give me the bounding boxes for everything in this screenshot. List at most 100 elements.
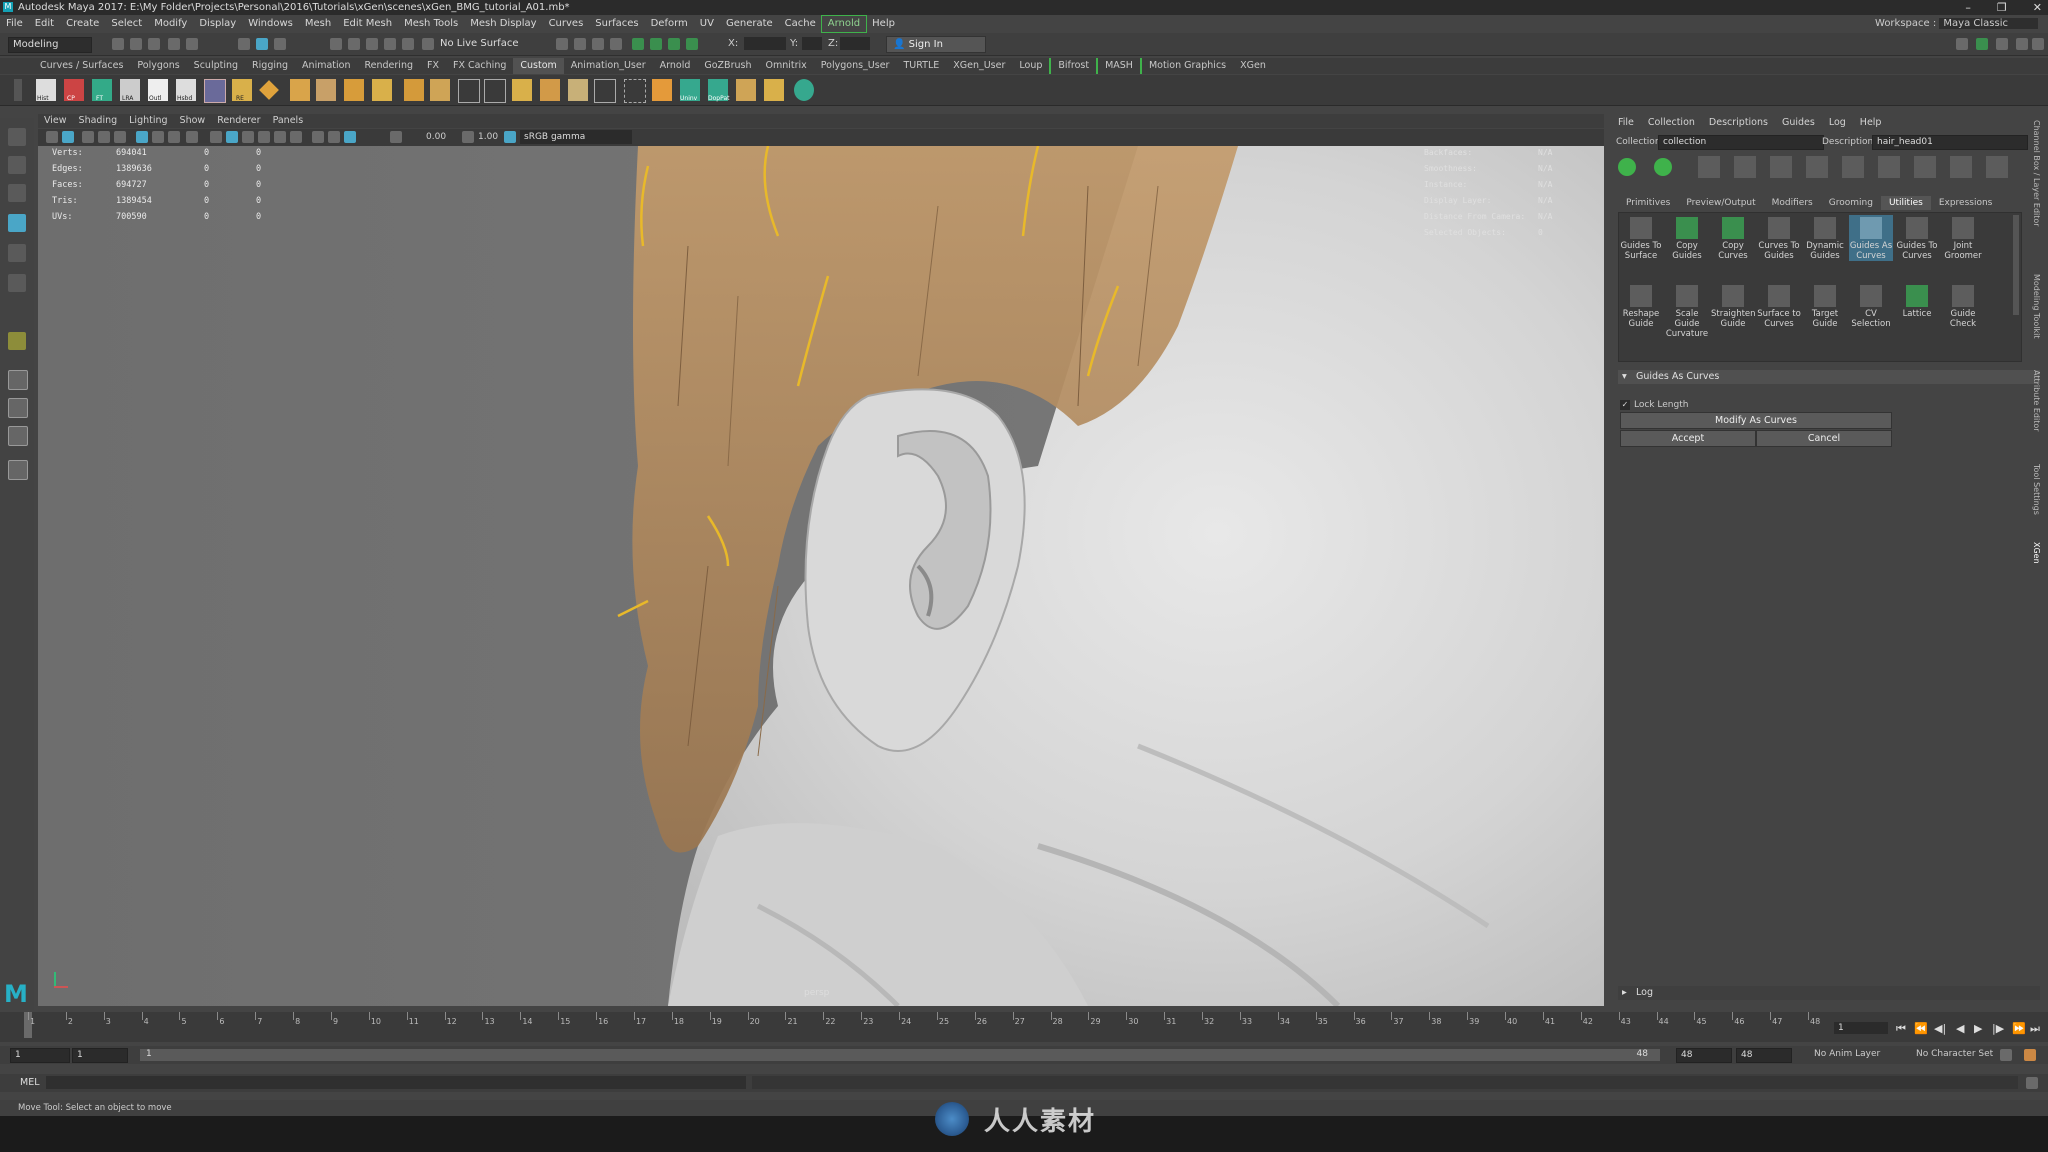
menu-windows[interactable]: Windows <box>242 16 299 32</box>
shelf-mirror-icon[interactable] <box>430 79 450 101</box>
dynamic-guides-button[interactable]: Dynamic Guides <box>1803 215 1847 261</box>
cv-selection-button[interactable]: CV Selection <box>1849 283 1893 329</box>
side-tab-channel-box[interactable]: Channel Box / Layer Editor <box>2032 120 2041 227</box>
side-tab-xgen[interactable]: XGen <box>2032 542 2041 564</box>
shelf-xgen-icon[interactable] <box>794 79 814 101</box>
collection-dropdown[interactable]: collection <box>1658 135 1824 150</box>
shelf-settings-icon[interactable] <box>14 79 22 101</box>
xgen-flip-guides-icon[interactable] <box>1986 156 2008 178</box>
camera-select-icon[interactable] <box>46 131 58 143</box>
go-to-end-icon[interactable]: ⏭ <box>2030 1022 2040 1036</box>
gamma-value[interactable]: 1.00 <box>478 132 498 142</box>
resolution-gate-icon[interactable] <box>168 131 180 143</box>
shelf-cp-icon[interactable]: CP <box>64 79 84 102</box>
lock-length-checkbox[interactable]: ✓ <box>1620 400 1630 410</box>
shelf-tab-custom[interactable]: Custom <box>513 58 564 74</box>
attribute-editor-toggle-icon[interactable] <box>686 38 698 50</box>
current-frame-marker[interactable] <box>24 1012 32 1038</box>
xgen-move-guides-icon[interactable] <box>1734 156 1756 178</box>
viewport-persp[interactable]: Verts: 694041 0 0 Edges: 1389636 0 0 Faces: 694… <box>38 146 1604 1006</box>
shelf-tab-gozbrush[interactable]: GoZBrush <box>697 58 758 74</box>
viewport-menu-panels[interactable]: Panels <box>267 114 310 128</box>
xgen-menu-help[interactable]: Help <box>1860 117 1882 128</box>
go-to-start-icon[interactable]: ⏮ <box>1896 1022 1906 1036</box>
joint-groomer-button[interactable]: Joint Groomer <box>1941 215 1985 261</box>
scale-tool-icon[interactable] <box>8 274 26 292</box>
hypershade-icon[interactable] <box>610 38 622 50</box>
mel-label[interactable]: MEL <box>20 1077 40 1088</box>
menu-uv[interactable]: UV <box>694 16 720 32</box>
playback-end-field[interactable]: 48 <box>1676 1048 1732 1063</box>
surface-to-curves-button[interactable]: Surface to Curves <box>1757 283 1801 329</box>
snap-view-icon[interactable] <box>384 38 396 50</box>
exposure-value[interactable]: 0.00 <box>426 132 446 142</box>
snap-grid-icon[interactable] <box>330 38 342 50</box>
sign-in-button[interactable]: 👤 Sign In <box>886 36 986 53</box>
anim-layer-dropdown[interactable]: No Anim Layer <box>1814 1049 1880 1059</box>
open-scene-icon[interactable] <box>130 38 142 50</box>
render-settings-icon[interactable] <box>592 38 604 50</box>
shelf-tab-motion-graphics[interactable]: Motion Graphics <box>1139 58 1233 74</box>
lasso-tool-icon[interactable] <box>8 156 26 174</box>
four-view-icon[interactable] <box>8 398 28 418</box>
xray-joints-icon[interactable] <box>344 131 356 143</box>
outliner-icon[interactable] <box>8 460 28 480</box>
select-hierarchy-icon[interactable] <box>238 38 250 50</box>
shelf-extrude-icon[interactable] <box>512 79 532 101</box>
viewport-menu-renderer[interactable]: Renderer <box>211 114 266 128</box>
xgen-sculpt-guides-icon[interactable] <box>1806 156 1828 178</box>
settings-gear-icon[interactable] <box>2032 38 2044 50</box>
character-set-dropdown[interactable]: No Character Set <box>1916 1049 1993 1059</box>
xgen-preview-icon[interactable] <box>1654 158 1672 176</box>
shelf-hist-icon[interactable]: Hist <box>36 79 56 102</box>
shelf-bevel-icon[interactable] <box>540 79 560 101</box>
xgen-tab-modifiers[interactable]: Modifiers <box>1764 196 1821 210</box>
play-backward-icon[interactable]: ◀ <box>1956 1022 1964 1035</box>
x-coord-field[interactable] <box>744 37 786 50</box>
menu-mesh[interactable]: Mesh <box>299 16 337 32</box>
textured-icon[interactable] <box>242 131 254 143</box>
z-coord-field[interactable] <box>840 37 870 50</box>
guides-to-surface-button[interactable]: Guides To Surface <box>1619 215 1663 261</box>
ambient-occlusion-icon[interactable] <box>290 131 302 143</box>
snap-point-icon[interactable] <box>366 38 378 50</box>
xray-icon[interactable] <box>328 131 340 143</box>
xgen-menu-log[interactable]: Log <box>1829 117 1846 128</box>
shelf-knife-icon[interactable] <box>736 79 756 101</box>
use-lights-icon[interactable] <box>258 131 270 143</box>
ipr-render-icon[interactable] <box>574 38 586 50</box>
close-button[interactable]: ✕ <box>2033 0 2042 15</box>
shelf-tab-polygons-user[interactable]: Polygons_User <box>814 58 897 74</box>
shelf-cup-icon[interactable] <box>344 79 364 101</box>
shelf-ft-icon[interactable]: FT <box>92 79 112 102</box>
xgen-rebuild-guides-icon[interactable] <box>1878 156 1900 178</box>
rotate-tool-icon[interactable] <box>8 244 26 262</box>
range-end-handle[interactable]: 48 <box>1637 1049 1648 1059</box>
xgen-lock-guides-icon[interactable] <box>1842 156 1864 178</box>
current-frame-field[interactable]: 1 <box>1834 1022 1888 1034</box>
shelf-tab-xgen-user[interactable]: XGen_User <box>946 58 1012 74</box>
shelf-lra-icon[interactable]: LRA <box>120 79 140 102</box>
menu-arnold[interactable]: Arnold <box>820 15 868 33</box>
select-component-icon[interactable] <box>274 38 286 50</box>
shelf-tab-fx[interactable]: FX <box>420 58 446 74</box>
modify-as-curves-button[interactable]: Modify As Curves <box>1620 412 1892 429</box>
xgen-menu-collection[interactable]: Collection <box>1648 117 1695 128</box>
shelf-tab-rigging[interactable]: Rigging <box>245 58 295 74</box>
shelf-tab-arnold[interactable]: Arnold <box>653 58 698 74</box>
shelf-pencil-icon[interactable] <box>404 79 424 101</box>
shelf-diamond-icon[interactable] <box>259 80 279 100</box>
auto-key-icon[interactable] <box>2000 1049 2012 1061</box>
menu-deform[interactable]: Deform <box>645 16 694 32</box>
xgen-bend-guides-icon[interactable] <box>1950 156 1972 178</box>
side-tab-modeling-toolkit[interactable]: Modeling Toolkit <box>2032 274 2041 338</box>
xgen-tab-preview-output[interactable]: Preview/Output <box>1678 196 1763 210</box>
shelf-tab-xgen[interactable]: XGen <box>1233 58 1273 74</box>
menu-cache[interactable]: Cache <box>779 16 822 32</box>
shelf-tab-animation[interactable]: Animation <box>295 58 357 74</box>
shelf-bounding-icon[interactable] <box>624 79 646 103</box>
shelf-sculpt-brush-icon[interactable] <box>316 79 336 101</box>
shelf-outliner-icon[interactable]: Outl <box>148 79 168 102</box>
shelf-tab-fx-caching[interactable]: FX Caching <box>446 58 513 74</box>
viewport-menu-shading[interactable]: Shading <box>73 114 124 128</box>
